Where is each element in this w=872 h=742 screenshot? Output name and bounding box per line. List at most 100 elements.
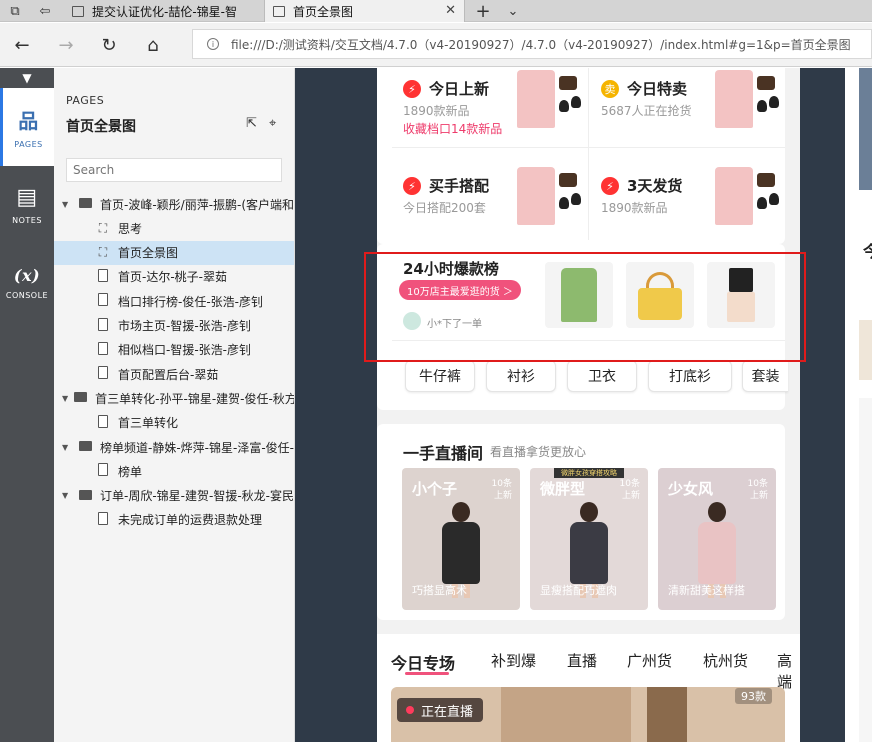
sale-icon: 卖 bbox=[601, 80, 619, 98]
page-icon bbox=[96, 414, 110, 431]
live-room-card[interactable]: 微胖女孩穿搭攻略 微胖型 10条 上新 显瘦搭配巧遮肉 bbox=[530, 468, 648, 610]
tree-page-item[interactable]: 相似档口-智援-张浩-彦钊 bbox=[54, 338, 294, 362]
feature-item[interactable]: 卖今日特卖 5687人正在抢货 bbox=[601, 68, 797, 164]
live-room-card[interactable]: 少女风 10条 上新 清新甜美这样搭 bbox=[658, 468, 776, 610]
chevron-down-icon[interactable]: ⌄ bbox=[500, 0, 526, 22]
coat-icon bbox=[715, 167, 753, 225]
forward-arrow-icon[interactable]: → bbox=[52, 31, 80, 59]
page-icon bbox=[96, 268, 110, 285]
tree-folder-item[interactable]: ▼ 首页-波峰-颖彤/丽萍-振鹏-(客户端和 bbox=[54, 192, 294, 216]
locate-page-icon[interactable]: ⌖ bbox=[269, 116, 276, 131]
page-icon bbox=[96, 317, 110, 334]
back-arrow-icon[interactable]: ← bbox=[8, 31, 36, 59]
caret-down-icon[interactable]: ▼ bbox=[62, 443, 72, 452]
caret-down-icon[interactable]: ▼ bbox=[62, 200, 72, 209]
dress-shape bbox=[570, 522, 608, 584]
tab-category[interactable]: 高端 bbox=[777, 650, 800, 692]
live-room-title: 少女风 bbox=[668, 480, 714, 498]
new-tab-button[interactable]: + bbox=[470, 0, 496, 22]
pages-heading: PAGES bbox=[66, 94, 105, 107]
live-status-badge: 正在直播 bbox=[397, 698, 484, 722]
feature-subtitle: 今日搭配200套 bbox=[403, 201, 486, 215]
tree-page-item[interactable]: 首页配置后台-翠茹 bbox=[54, 362, 294, 386]
count-note: 上新 bbox=[493, 491, 512, 501]
panel-tools: ⇱ ⌖ bbox=[246, 116, 276, 131]
tab-label: 提交认证优化-喆伦-锦星-智 bbox=[92, 4, 237, 19]
highlight-annotation bbox=[364, 252, 806, 362]
folder-icon bbox=[74, 391, 88, 405]
tree-page-item[interactable]: 市场主页-智援-张浩-彦钊 bbox=[54, 314, 294, 338]
caret-down-icon[interactable]: ▼ bbox=[62, 394, 68, 403]
tree-page-item[interactable]: 榜单 bbox=[54, 459, 294, 483]
category-tag[interactable]: 套装 bbox=[742, 360, 788, 392]
info-icon[interactable]: i bbox=[207, 38, 219, 50]
tree-item-label: 首三单转化-孙平-锦星-建贺-俊任-秋方 bbox=[95, 391, 295, 406]
tree-page-item[interactable]: ⛶ 首页全景图 bbox=[54, 240, 294, 265]
tree-folder-item[interactable]: ▼ 订单-周欣-锦星-建贺-智援-秋龙-宴民 bbox=[54, 484, 294, 508]
tree-page-item[interactable]: 首页-达尔-桃子-翠茹 bbox=[54, 265, 294, 289]
tab-category[interactable]: 杭州货 bbox=[703, 650, 748, 671]
notes-icon: ▤ bbox=[16, 185, 38, 210]
shoe-icon bbox=[769, 96, 779, 108]
bolt-icon: ⚡ bbox=[403, 177, 421, 195]
phone-screen: ⚡ 今日上新 1890款新品 收藏档口14款新品卖今日特卖 5687人正在抢货 ⚡ 买手搭配… bbox=[377, 68, 800, 742]
category-tag[interactable]: 牛仔裤 bbox=[405, 360, 475, 392]
folder-icon bbox=[78, 489, 92, 503]
tab-category[interactable]: 广州货 bbox=[627, 650, 672, 671]
category-tag[interactable]: 卫衣 bbox=[567, 360, 637, 392]
bolt-icon: ⚡ bbox=[601, 177, 619, 195]
caret-down-icon[interactable]: ▼ bbox=[62, 491, 72, 500]
tree-folder-item[interactable]: ▼ 榜单频道-静姝-烨萍-锦星-泽富-俊任- bbox=[54, 435, 294, 459]
rail-pages-button[interactable]: 品 PAGES bbox=[0, 88, 54, 166]
tree-page-item[interactable]: 未完成订单的运费退款处理 bbox=[54, 508, 294, 532]
close-icon[interactable]: ✕ bbox=[445, 3, 456, 18]
coat-icon bbox=[715, 70, 753, 128]
browser-tab-active[interactable]: 首页全景图 ✕ bbox=[265, 0, 465, 22]
set-aside-tabs-icon[interactable]: ⇦ bbox=[32, 0, 58, 22]
tab-category[interactable]: 直播 bbox=[567, 650, 597, 671]
shoe-icon bbox=[571, 193, 581, 205]
category-tag[interactable]: 打底衫 bbox=[648, 360, 732, 392]
tree-item-label: 首页全景图 bbox=[118, 246, 179, 261]
banner-image bbox=[501, 687, 631, 742]
tab-category[interactable]: 今日专场 bbox=[391, 650, 455, 674]
feature-subtitle: 5687人正在抢货 bbox=[601, 104, 692, 118]
live-section-subtitle: 看直播拿货更放心 bbox=[490, 445, 587, 459]
tree-item-label: 首页-达尔-桃子-翠茹 bbox=[118, 270, 227, 285]
tree-page-item[interactable]: 档口排行榜-俊任-张浩-彦钊 bbox=[54, 289, 294, 313]
rail-console-label: CONSOLE bbox=[5, 291, 49, 300]
tree-item-label: 榜单 bbox=[118, 464, 143, 479]
browser-tab[interactable]: 提交认证优化-喆伦-锦星-智 bbox=[64, 0, 265, 22]
feature-subtitle: 1890款新品 bbox=[403, 104, 470, 118]
home-icon[interactable]: ⌂ bbox=[139, 31, 167, 59]
live-room-card[interactable]: 小个子 10条 上新 巧搭显高术 bbox=[402, 468, 520, 610]
count-note: 上新 bbox=[621, 491, 640, 501]
collapse-chevron-icon[interactable]: ▼ bbox=[0, 68, 54, 88]
folder-icon bbox=[78, 197, 92, 211]
live-status-label: 正在直播 bbox=[421, 704, 474, 720]
adjacent-title: 今 bbox=[863, 242, 872, 261]
bolt-icon: ⚡ bbox=[403, 80, 421, 98]
tree-item-label: 榜单频道-静姝-烨萍-锦星-泽富-俊任- bbox=[100, 440, 294, 455]
rail-console-button[interactable]: (x) CONSOLE bbox=[0, 244, 54, 322]
tree-folder-item[interactable]: ▼ 首三单转化-孙平-锦星-建贺-俊任-秋方 bbox=[54, 386, 295, 410]
feature-item[interactable]: ⚡ 今日上新 1890款新品 收藏档口14款新品 bbox=[403, 68, 599, 164]
tree-page-item[interactable]: 首三单转化 bbox=[54, 411, 294, 435]
pages-panel: PAGES 首页全景图 ⇱ ⌖ ▼ 首页-波峰-颖彤/丽萍-振鹏-(客户端和 ⛶ 思考… bbox=[54, 68, 295, 742]
count-text: 10条 bbox=[491, 479, 512, 489]
search-input[interactable] bbox=[66, 158, 282, 182]
live-room-count: 10条上新 bbox=[492, 478, 512, 502]
refresh-icon[interactable]: ↻ bbox=[95, 31, 123, 59]
tab-category[interactable]: 补到爆 bbox=[491, 650, 536, 671]
tree-item-label: 首三单转化 bbox=[118, 416, 179, 431]
tab-actions-icon[interactable]: ⧉ bbox=[2, 0, 28, 22]
rail-notes-button[interactable]: ▤ NOTES bbox=[0, 166, 54, 244]
page-icon bbox=[96, 463, 110, 479]
coat-icon bbox=[517, 70, 555, 128]
tree-page-item[interactable]: ⛶ 思考 bbox=[54, 216, 294, 240]
live-dot-icon bbox=[406, 706, 414, 714]
handbag-icon bbox=[559, 173, 577, 187]
category-tag[interactable]: 衬衫 bbox=[486, 360, 556, 392]
address-bar[interactable]: i file:///D:/测试资料/交互文档/4.7.0（v4-20190927… bbox=[192, 29, 872, 59]
open-external-icon[interactable]: ⇱ bbox=[246, 116, 257, 131]
